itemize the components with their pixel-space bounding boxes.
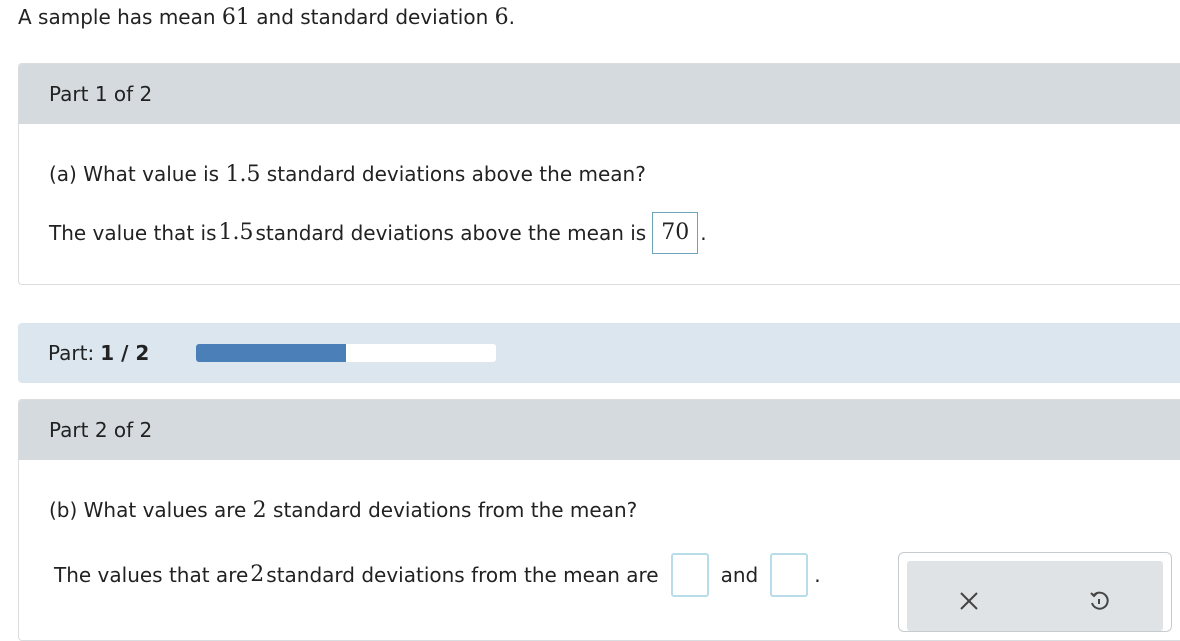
part-2-header: Part 2 of 2 [19,400,1180,460]
part-1-answer-input[interactable]: 70 [652,212,699,254]
clear-button[interactable] [949,581,989,621]
part-2-question: (b) What values are 2 standard deviation… [49,495,637,526]
part-1-question: (a) What value is 1.5 standard deviation… [49,159,646,190]
part-2-answer-suffix: . [814,563,821,587]
part-1-question-number: 1.5 [225,162,261,187]
part-2-question-suffix: standard deviations from the mean? [266,498,638,522]
part-1-answer-middle: standard deviations above the mean is [255,221,647,245]
part-2-answer-prefix: The values that are [54,563,249,587]
problem-statement: A sample has mean 61 and standard deviat… [18,2,515,33]
part-2-title: Part 2 of 2 [49,418,153,442]
part-1-answer-prefix: The value that is [49,221,217,245]
progress-label-text: Part: [48,341,95,365]
part-1-answer-line: The value that is 1.5 standard deviation… [49,212,707,254]
part-1-title: Part 1 of 2 [49,82,153,106]
close-icon [960,592,978,610]
part-1-question-prefix: (a) What value is [49,162,226,186]
part-2-question-number: 2 [252,498,267,523]
part-2-question-prefix: (b) What values are [49,498,253,522]
undo-button[interactable] [1079,581,1119,621]
part-2-answer-number: 2 [250,562,265,587]
progress-label: Part: 1 / 2 [48,341,149,365]
intro-suffix: . [508,5,515,29]
undo-icon [1090,591,1109,610]
progress-panel: Part: 1 / 2 [18,323,1180,383]
answer-toolbar [898,552,1172,632]
part-1-answer-number: 1.5 [218,220,254,245]
part-2-answer-input-low[interactable] [670,553,709,597]
part-1-card: Part 1 of 2 (a) What value is 1.5 standa… [18,63,1180,285]
and-label: and [720,563,759,587]
answer-toolbar-inner [907,561,1163,631]
part-1-header: Part 1 of 2 [19,64,1180,124]
part-2-answer-line: The values that are 2 standard deviation… [54,553,821,597]
progress-bar-fill [196,344,346,362]
intro-prefix: A sample has mean [18,5,222,29]
mean-value: 61 [221,5,250,30]
part-1-question-suffix: standard deviations above the mean? [260,162,646,186]
part-2-answer-input-high[interactable] [770,553,809,597]
intro-middle: and standard deviation [249,5,495,29]
part-1-answer-suffix: . [700,221,707,245]
sd-value: 6 [494,5,509,30]
part-2-answer-middle: standard deviations from the mean are [266,563,659,587]
progress-current: 1 / 2 [100,341,150,365]
progress-bar [196,344,496,362]
